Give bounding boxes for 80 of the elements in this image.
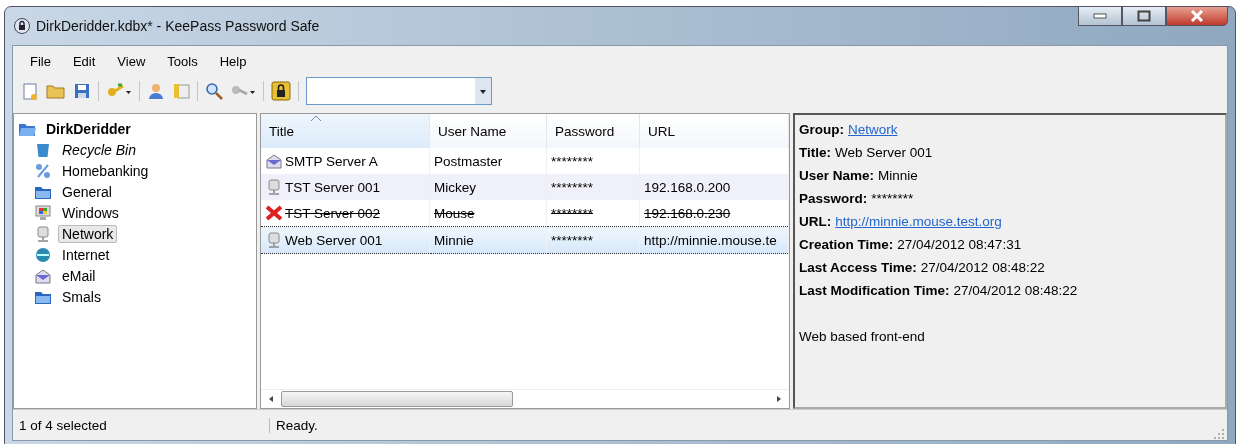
entry-row[interactable]: Web Server 001 Minnie ******** http://minnie.mouse.te [261, 226, 789, 254]
table-cell: ******** [551, 179, 594, 195]
envelope-icon [265, 153, 283, 169]
column-header[interactable]: Title [261, 114, 430, 148]
detail-value: 27/04/2012 08:48:22 [920, 260, 1045, 275]
scroll-left-icon[interactable] [267, 395, 275, 403]
minimize-button[interactable] [1078, 6, 1122, 26]
detail-label: Last Modification Time: [799, 283, 950, 298]
tree-item[interactable]: Homebanking [58, 161, 153, 180]
window-title: DirkDeridder.kdbx* - KeePass Password Safe [36, 18, 320, 34]
computer-icon [265, 179, 283, 195]
table-cell: http://minnie.mouse.te [644, 232, 777, 248]
detail-link[interactable]: Network [848, 122, 898, 137]
detail-label: User Name: [799, 168, 875, 183]
table-cell: SMTP Server A [285, 153, 378, 169]
tree-item[interactable]: Smals [58, 287, 105, 306]
table-cell: TST Server 002 [285, 205, 381, 221]
column-header[interactable]: Password [546, 114, 640, 148]
detail-label: Password: [799, 191, 868, 206]
bin-icon [34, 141, 52, 158]
tree-item[interactable]: Network [58, 224, 118, 243]
quick-search-field[interactable] [306, 77, 492, 105]
table-cell: Mickey [434, 179, 476, 195]
detail-label: Group: [799, 122, 844, 137]
tree-item[interactable]: Internet [58, 245, 114, 264]
table-cell: 192.168.0.230 [644, 205, 731, 221]
column-header[interactable]: URL [639, 114, 789, 148]
envelope-icon [34, 267, 52, 284]
detail-value: Web Server 001 [835, 145, 933, 160]
maximize-icon [1137, 10, 1151, 22]
horizontal-scrollbar[interactable] [261, 389, 789, 408]
computer-icon [34, 225, 52, 242]
percent-icon [34, 162, 52, 179]
tree-item[interactable]: DirkDeridder [42, 119, 135, 138]
tree-item[interactable]: General [58, 182, 116, 201]
table-cell: Mouse [434, 205, 475, 221]
table-cell: ******** [551, 232, 594, 248]
tree-item[interactable]: eMail [58, 266, 100, 285]
menu-item[interactable]: Tools [158, 54, 207, 69]
user-icon[interactable] [147, 82, 165, 100]
status-text: 1 of 4 selected [13, 417, 270, 433]
lock-icon[interactable] [271, 81, 291, 101]
detail-value: ******** [871, 191, 914, 206]
detail-label: Creation Time: [799, 237, 894, 252]
close-icon [1190, 10, 1204, 22]
padlock-icon [14, 18, 30, 34]
detail-link[interactable]: http://minnie.mouse.test.org [835, 214, 1002, 229]
cross-icon [265, 205, 283, 221]
table-cell: Postmaster [434, 153, 503, 169]
detail-value: 27/04/2012 08:48:22 [953, 283, 1078, 298]
menu-item[interactable]: View [108, 54, 155, 69]
scroll-right-icon[interactable] [775, 395, 783, 403]
maximize-button[interactable] [1122, 6, 1166, 26]
menu-item[interactable]: Edit [63, 54, 105, 69]
search-icon[interactable] [205, 82, 223, 100]
menu-item[interactable]: Help [210, 54, 256, 69]
table-cell: Minnie [434, 232, 474, 248]
close-button[interactable] [1166, 6, 1228, 26]
status-text: Ready. [275, 417, 319, 433]
minimize-icon [1093, 13, 1107, 19]
tree-item[interactable]: Windows [58, 203, 123, 222]
table-cell: ******** [551, 205, 594, 221]
column-header[interactable]: User Name [429, 114, 547, 148]
detail-value: Minnie [878, 168, 918, 183]
computer-icon [265, 232, 283, 248]
table-cell: Web Server 001 [285, 232, 383, 248]
table-cell: 192.168.0.200 [644, 179, 731, 195]
detail-value: 27/04/2012 08:47:31 [897, 237, 1022, 252]
table-cell: ******** [551, 153, 594, 169]
table-cell: TST Server 001 [285, 179, 381, 195]
detail-label: Last Access Time: [799, 260, 917, 275]
tree-item[interactable]: Recycle Bin [58, 140, 140, 159]
detail-label: URL: [799, 214, 832, 229]
resize-grip-icon[interactable] [1213, 428, 1225, 440]
menu-item[interactable]: File [21, 54, 60, 69]
caret-icon[interactable] [475, 78, 491, 104]
monitor-icon [34, 204, 52, 221]
entry-notes: Web based front-end [799, 328, 926, 346]
detail-label: Title: [799, 145, 831, 160]
entry-row[interactable]: TST Server 001 Mickey ******** 192.168.0.200 [261, 174, 789, 200]
